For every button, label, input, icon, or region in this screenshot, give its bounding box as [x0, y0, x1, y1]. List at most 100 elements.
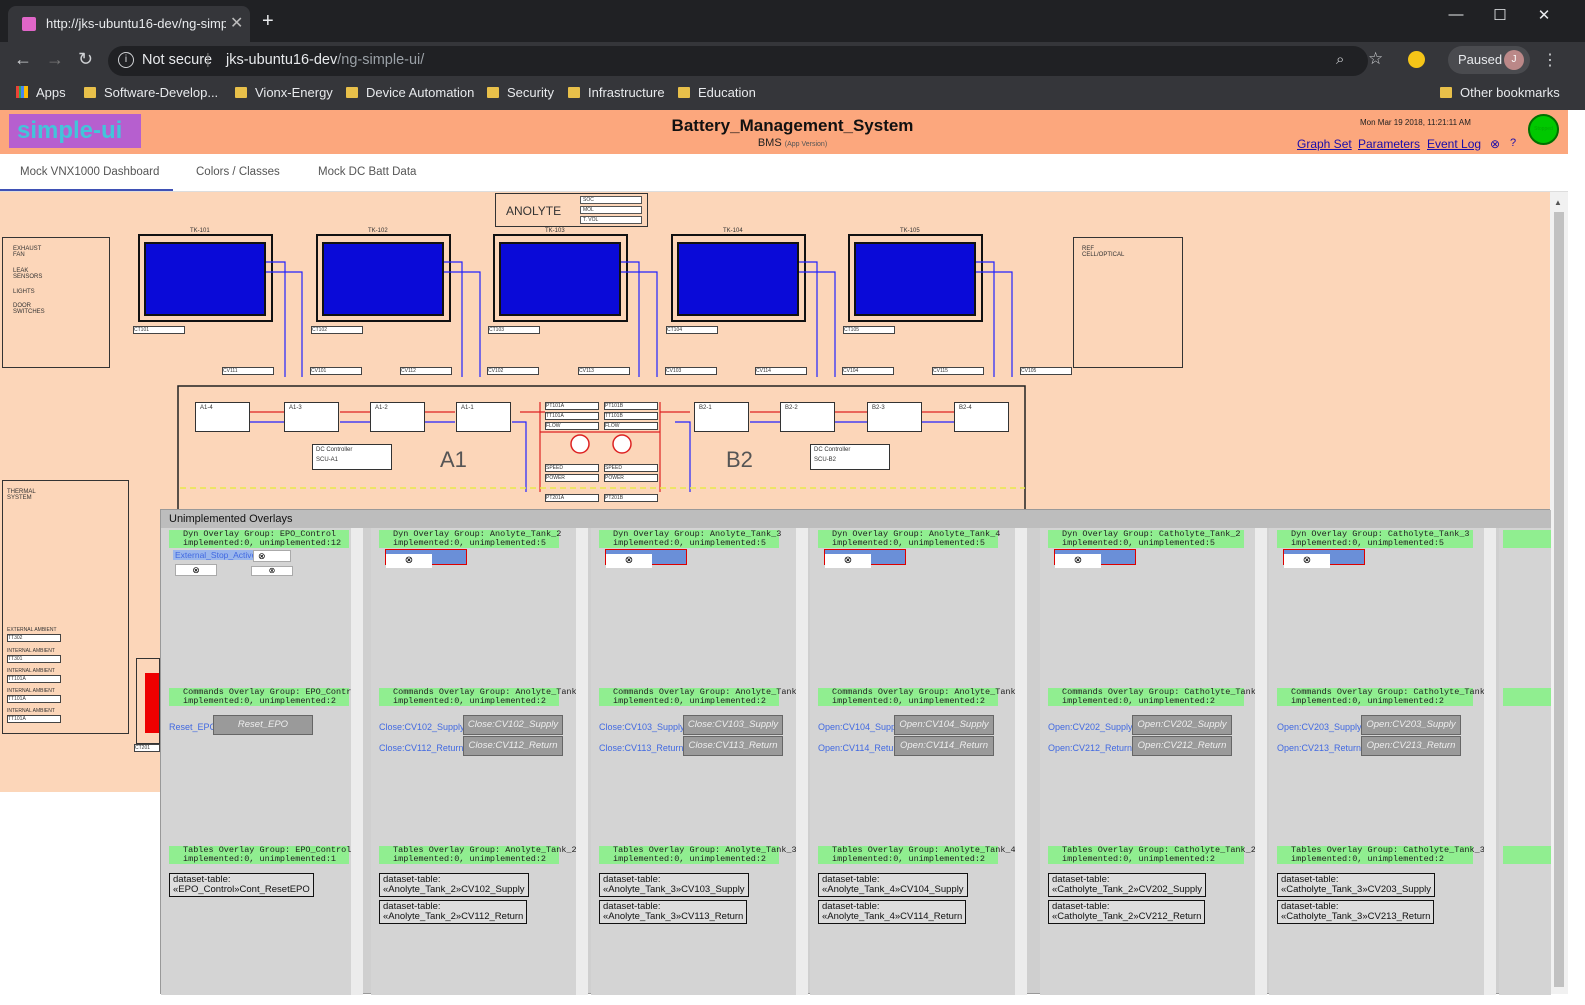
command-link[interactable]: Close:CV113_Return	[599, 743, 683, 753]
reset-epo-button[interactable]: Reset_EPO	[213, 715, 313, 735]
command-button[interactable]: Open:CV213_Return	[1361, 736, 1461, 756]
command-button[interactable]: Close:CV102_Supply	[463, 715, 563, 735]
valve-cv113[interactable]: CV113	[578, 367, 630, 375]
tab-colors-classes[interactable]: Colors / Classes	[196, 166, 280, 178]
dyn-overlay-widget[interactable]: ⊗	[1054, 549, 1136, 568]
reload-icon[interactable]: ↻	[78, 49, 93, 70]
stack-b2-1[interactable]: B2-1	[694, 402, 749, 432]
profile-button[interactable]: Paused J	[1448, 46, 1530, 74]
command-link[interactable]: Reset_EPO	[169, 722, 217, 732]
scroll-up-icon[interactable]: ▲	[1554, 198, 1562, 207]
dataset-table[interactable]: dataset-table: «Catholyte_Tank_3»CV203_S…	[1277, 873, 1435, 897]
command-link[interactable]: Open:CV104_Supply	[818, 722, 903, 732]
column-scrollbar[interactable]	[1255, 528, 1267, 995]
command-link[interactable]: Open:CV202_Supply	[1048, 722, 1133, 732]
dc-controller-a[interactable]: DC Controller SCU-A1	[312, 444, 392, 470]
valve-cv111[interactable]: CV111	[222, 367, 274, 375]
zoom-icon[interactable]: ⌕	[1336, 51, 1344, 68]
dyn-overlay-widget[interactable]: ⊗	[605, 549, 687, 568]
command-link[interactable]: Open:CV114_Return	[818, 743, 901, 753]
command-link[interactable]: Close:CV102_Supply	[379, 722, 465, 732]
other-bookmarks[interactable]: Other bookmarks	[1440, 85, 1560, 100]
bookmark-folder[interactable]: Device Automation	[346, 85, 474, 100]
bookmark-folder[interactable]: Security	[487, 85, 554, 100]
command-button[interactable]: Open:CV203_Supply	[1361, 715, 1461, 735]
valve-cv101[interactable]: CV101	[310, 367, 362, 375]
tab-mock-dc-batt-data[interactable]: Mock DC Batt Data	[318, 166, 416, 178]
menu-icon[interactable]: ⋮	[1542, 50, 1558, 70]
close-icon[interactable]: ⊗	[253, 550, 291, 562]
command-button[interactable]: Open:CV202_Supply	[1132, 715, 1232, 735]
bookmark-folder[interactable]: Vionx-Energy	[235, 85, 333, 100]
close-icon[interactable]: ⊗	[175, 564, 217, 576]
command-link[interactable]: Open:CV203_Supply	[1277, 722, 1362, 732]
event-log-link[interactable]: Event Log	[1427, 137, 1481, 151]
command-link[interactable]: Open:CV213_Return	[1277, 743, 1361, 753]
bookmark-folder[interactable]: Education	[678, 85, 756, 100]
command-button[interactable]: Open:CV212_Return	[1132, 736, 1232, 756]
column-scrollbar[interactable]	[1015, 528, 1027, 995]
column-scrollbar[interactable]	[351, 528, 363, 995]
close-tab-icon[interactable]: ✕	[230, 13, 243, 33]
dataset-table[interactable]: dataset-table: «EPO_Control»Cont_ResetEP…	[169, 873, 314, 897]
command-button[interactable]: Open:CV114_Return	[894, 736, 994, 756]
dataset-table[interactable]: dataset-table: «Catholyte_Tank_3»CV213_R…	[1277, 900, 1435, 924]
command-button[interactable]: Close:CV103_Supply	[683, 715, 783, 735]
column-scrollbar[interactable]	[796, 528, 808, 995]
maximize-icon[interactable]: ☐	[1480, 6, 1520, 24]
stack-a1-1[interactable]: A1-1	[456, 402, 511, 432]
command-link[interactable]: Open:CV212_Return	[1048, 743, 1132, 753]
command-button[interactable]: Open:CV104_Supply	[894, 715, 994, 735]
dc-controller-b[interactable]: DC Controller SCU-B2	[810, 444, 890, 470]
dataset-table[interactable]: dataset-table: «Anolyte_Tank_3»CV113_Ret…	[599, 900, 748, 924]
close-icon[interactable]: ⊗	[251, 566, 293, 576]
valve-cv103[interactable]: CV103	[665, 367, 717, 375]
close-window-icon[interactable]: ✕	[1524, 6, 1564, 24]
back-icon[interactable]: ←	[14, 49, 32, 70]
column-scrollbar[interactable]	[576, 528, 588, 995]
tab-mock-vnx1000-dashboard[interactable]: Mock VNX1000 Dashboard	[0, 166, 173, 191]
valve-cv112[interactable]: CV112	[400, 367, 452, 375]
command-link[interactable]: Close:CV112_Return	[379, 743, 463, 753]
command-button[interactable]: Close:CV113_Return	[683, 736, 783, 756]
stack-a1-2[interactable]: A1-2	[370, 402, 425, 432]
dataset-table[interactable]: dataset-table: «Catholyte_Tank_2»CV202_S…	[1048, 873, 1206, 897]
dataset-table[interactable]: dataset-table: «Anolyte_Tank_4»CV104_Sup…	[818, 873, 968, 897]
dataset-table[interactable]: dataset-table: «Anolyte_Tank_2»CV102_Sup…	[379, 873, 529, 897]
info-icon[interactable]: i	[118, 52, 134, 68]
stack-b2-2[interactable]: B2-2	[780, 402, 835, 432]
bookmark-folder[interactable]: Infrastructure	[568, 85, 665, 100]
bookmark-folder[interactable]: Software-Develop...	[84, 85, 218, 100]
scroll-thumb[interactable]	[1554, 212, 1564, 987]
stack-b2-3[interactable]: B2-3	[867, 402, 922, 432]
stack-a1-4[interactable]: A1-4	[195, 402, 250, 432]
page-scrollbar[interactable]: ▲	[1550, 192, 1568, 994]
parameters-link[interactable]: Parameters	[1358, 137, 1420, 151]
dyn-overlay-widgets[interactable]: External_Stop_Active ⊗ ⊗ ⊗	[173, 550, 293, 578]
extension-icon[interactable]	[1408, 51, 1425, 68]
star-icon[interactable]: ☆	[1368, 49, 1383, 69]
valve-cv105[interactable]: CV105	[1020, 367, 1072, 375]
column-scrollbar[interactable]	[1484, 528, 1496, 995]
settings-icon[interactable]: ⊗	[1490, 137, 1500, 151]
stack-b2-4[interactable]: B2-4	[954, 402, 1009, 432]
graph-set-link[interactable]: Graph Set	[1297, 137, 1352, 151]
valve-cv102[interactable]: CV102	[487, 367, 539, 375]
command-link[interactable]: Close:CV103_Supply	[599, 722, 685, 732]
help-icon[interactable]: ?	[1510, 137, 1516, 149]
valve-cv114[interactable]: CV114	[755, 367, 807, 375]
dyn-overlay-widget[interactable]: ⊗	[824, 549, 906, 568]
dataset-table[interactable]: dataset-table: «Anolyte_Tank_4»CV114_Ret…	[818, 900, 967, 924]
dyn-overlay-widget[interactable]: ⊗	[1283, 549, 1365, 568]
minimize-icon[interactable]: —	[1436, 6, 1476, 23]
new-tab-button[interactable]: +	[262, 10, 274, 33]
valve-cv115[interactable]: CV115	[932, 367, 984, 375]
dataset-table[interactable]: dataset-table: «Catholyte_Tank_2»CV212_R…	[1048, 900, 1206, 924]
dataset-table[interactable]: dataset-table: «Anolyte_Tank_2»CV112_Ret…	[379, 900, 528, 924]
dyn-overlay-widget[interactable]: ⊗	[385, 549, 467, 568]
address-bar[interactable]: i Not secure | jks-ubuntu16-dev/ng-simpl…	[108, 46, 1368, 76]
command-button[interactable]: Close:CV112_Return	[463, 736, 563, 756]
forward-icon[interactable]: →	[46, 49, 64, 70]
valve-cv104[interactable]: CV104	[842, 367, 894, 375]
stack-a1-3[interactable]: A1-3	[284, 402, 339, 432]
